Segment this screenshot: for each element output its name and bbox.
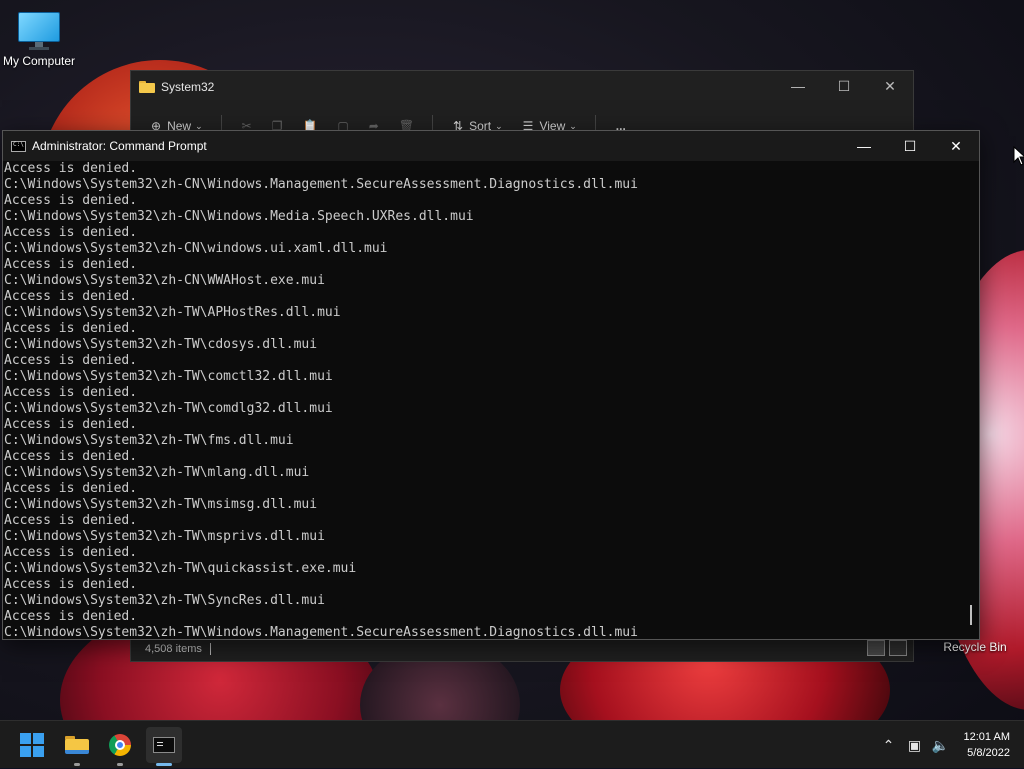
start-button[interactable] [14, 727, 50, 763]
minimize-icon[interactable]: — [841, 131, 887, 161]
console-line: C:\Windows\System32\zh-TW\mlang.dll.mui [4, 465, 310, 480]
console-line: Access is denied. [4, 481, 138, 496]
clock-time: 12:01 AM [963, 731, 1010, 743]
folder-icon [139, 81, 155, 93]
desktop-icon-my-computer[interactable]: My Computer [0, 8, 78, 68]
minimize-icon[interactable]: — [775, 71, 821, 101]
desktop-icon-label: Recycle Bin [943, 640, 1007, 654]
console-line: Access is denied. [4, 513, 138, 528]
clock-date: 5/8/2022 [967, 747, 1010, 759]
view-toggle [867, 640, 907, 656]
scrollbar-thumb[interactable] [970, 605, 972, 625]
close-icon[interactable]: ✕ [933, 131, 979, 161]
maximize-icon[interactable]: ☐ [821, 71, 867, 101]
taskbar-file-explorer[interactable] [59, 727, 95, 766]
console-line: C:\Windows\System32\zh-TW\fms.dll.mui [4, 433, 294, 448]
explorer-status-bar: 4,508 items [131, 637, 913, 661]
console-line: C:\Windows\System32\zh-TW\msprivs.dll.mu… [4, 529, 325, 544]
console-line: C:\Windows\System32\zh-TW\comctl32.dll.m… [4, 369, 333, 384]
explorer-title: System32 [161, 80, 215, 94]
console-line: C:\Windows\System32\zh-CN\windows.ui.xam… [4, 241, 388, 256]
clock[interactable]: 12:01 AM 5/8/2022 [964, 729, 1010, 761]
status-divider [209, 643, 211, 655]
speaker-icon[interactable]: 🔈 [930, 734, 952, 756]
explorer-titlebar[interactable]: System32 — ☐ ✕ [131, 71, 913, 103]
close-icon[interactable]: ✕ [867, 71, 913, 101]
system-tray: ⌃ ▣ 🔈 12:01 AM 5/8/2022 [878, 721, 1024, 769]
folder-icon [65, 736, 89, 754]
windows-logo-icon [20, 733, 44, 757]
console-line: Access is denied. [4, 353, 138, 368]
console-line: Access is denied. [4, 545, 138, 560]
command-prompt-window[interactable]: Administrator: Command Prompt — ☐ ✕ Acce… [2, 130, 980, 640]
taskbar-command-prompt[interactable] [146, 727, 182, 766]
network-icon[interactable]: ▣ [904, 734, 926, 756]
console-line: Access is denied. [4, 609, 138, 624]
console-line: Access is denied. [4, 257, 138, 272]
maximize-icon[interactable]: ☐ [887, 131, 933, 161]
console-line: Access is denied. [4, 289, 138, 304]
console-line: Access is denied. [4, 225, 138, 240]
console-line: Access is denied. [4, 321, 138, 336]
console-line: Access is denied. [4, 449, 138, 464]
taskbar: ⌃ ▣ 🔈 12:01 AM 5/8/2022 [0, 720, 1024, 768]
terminal-icon [153, 737, 175, 753]
cmd-titlebar[interactable]: Administrator: Command Prompt — ☐ ✕ [3, 131, 979, 161]
console-line: C:\Windows\System32\zh-TW\comdlg32.dll.m… [4, 401, 333, 416]
console-line: Access is denied. [4, 417, 138, 432]
console-line: C:\Windows\System32\zh-TW\SyncRes.dll.mu… [4, 593, 325, 608]
console-line: C:\Windows\System32\zh-TW\Windows.Manage… [4, 625, 638, 639]
console-line: Access is denied. [4, 193, 138, 208]
running-indicator [117, 763, 123, 766]
mouse-cursor-icon [1013, 146, 1024, 166]
cmd-title: Administrator: Command Prompt [32, 139, 207, 153]
console-output[interactable]: Access is denied. C:\Windows\System32\zh-… [3, 161, 964, 639]
console-line: C:\Windows\System32\zh-CN\WWAHost.exe.mu… [4, 273, 325, 288]
chevron-up-icon[interactable]: ⌃ [878, 734, 900, 756]
console-line: C:\Windows\System32\zh-TW\msimsg.dll.mui [4, 497, 318, 512]
console-scrollbar[interactable] [963, 161, 979, 639]
cmd-icon [11, 140, 26, 152]
item-count: 4,508 items [145, 643, 202, 655]
tiles-view-icon[interactable] [889, 640, 907, 656]
console-line: C:\Windows\System32\zh-CN\Windows.Media.… [4, 209, 474, 224]
desktop-icon-label: My Computer [2, 54, 76, 68]
running-indicator [74, 763, 80, 766]
details-view-icon[interactable] [867, 640, 885, 656]
taskbar-chrome[interactable] [102, 727, 138, 766]
explorer-window-controls: — ☐ ✕ [775, 71, 913, 101]
console-line: Access is denied. [4, 577, 138, 592]
console-line: C:\Windows\System32\zh-CN\Windows.Manage… [4, 177, 638, 192]
running-indicator [156, 763, 172, 766]
console-line: C:\Windows\System32\zh-TW\cdosys.dll.mui [4, 337, 318, 352]
console-line: Access is denied. [4, 385, 138, 400]
console-line: Access is denied. [4, 161, 138, 176]
chrome-icon [109, 734, 131, 756]
console-line: C:\Windows\System32\zh-TW\quickassist.ex… [4, 561, 357, 576]
cmd-window-controls: — ☐ ✕ [841, 131, 979, 161]
console-line: C:\Windows\System32\zh-TW\APHostRes.dll.… [4, 305, 341, 320]
monitor-icon [18, 12, 60, 50]
